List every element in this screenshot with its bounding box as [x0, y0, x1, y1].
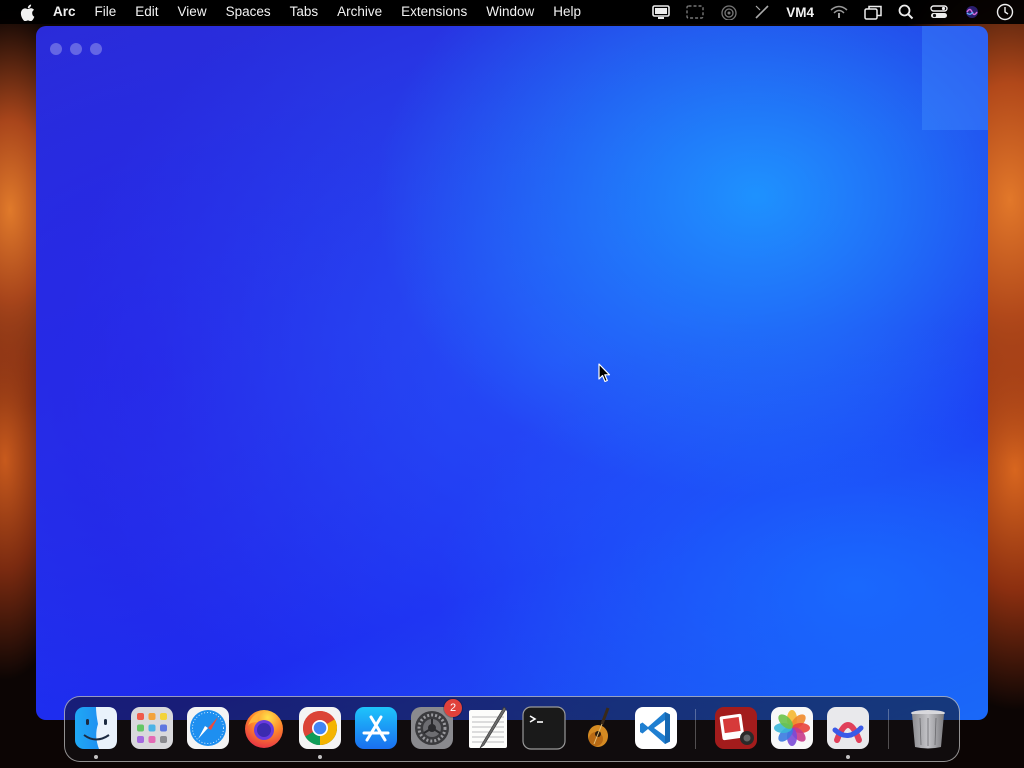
dock-app-launchpad[interactable] [130, 706, 174, 750]
dock-app-vscode[interactable] [634, 706, 678, 750]
pen-icon[interactable] [754, 0, 770, 24]
running-indicator [846, 755, 850, 759]
photos-icon [771, 707, 813, 749]
dock-app-photos[interactable] [770, 706, 814, 750]
dock-app-arc[interactable] [826, 706, 870, 759]
arc-browser-window[interactable] [36, 26, 988, 720]
dock-app-app-store[interactable] [354, 706, 398, 750]
dock-app-chrome[interactable] [298, 706, 342, 759]
launchpad-icon [131, 707, 173, 749]
dock-app-textedit[interactable] [466, 706, 510, 750]
menu-extensions[interactable]: Extensions [392, 0, 477, 24]
control-center-icon[interactable] [930, 0, 948, 24]
trash-icon [911, 710, 945, 749]
menu-app-name[interactable]: Arc [49, 0, 85, 24]
safari-icon [187, 707, 229, 749]
dock-app-finder[interactable] [74, 706, 118, 759]
apple-menu-icon[interactable] [19, 4, 35, 21]
dock-trash[interactable] [906, 706, 950, 750]
dock-app-terminal[interactable] [522, 706, 566, 750]
arc-icon [827, 707, 869, 749]
mouse-pointer-icon [598, 363, 612, 383]
dock-app-photo-booth[interactable] [714, 706, 758, 750]
vscode-icon [635, 707, 677, 749]
chrome-icon [299, 707, 341, 749]
textedit-icon [469, 706, 507, 749]
clock-icon[interactable] [996, 0, 1014, 24]
dock-divider [888, 709, 889, 749]
airdrop-icon[interactable] [720, 0, 738, 24]
menu-file[interactable]: File [85, 0, 126, 24]
dock-app-safari[interactable] [186, 706, 230, 750]
vm-label[interactable]: VM4 [786, 0, 814, 24]
terminal-icon [522, 706, 566, 750]
window-corner-panel [922, 26, 988, 130]
screen-capture-icon[interactable] [686, 0, 704, 24]
notification-badge: 2 [444, 699, 462, 717]
zoom-button[interactable] [90, 43, 102, 55]
display-icon[interactable] [652, 0, 671, 24]
close-button[interactable] [50, 43, 62, 55]
menu-view[interactable]: View [168, 0, 216, 24]
minimize-button[interactable] [70, 43, 82, 55]
app-store-icon [355, 707, 397, 749]
dock: 2 [64, 696, 960, 762]
photo-booth-icon [715, 707, 757, 749]
dock-divider [695, 709, 696, 749]
window-controls [50, 43, 102, 55]
screen-mirroring-icon[interactable] [864, 0, 882, 24]
menu-help[interactable]: Help [544, 0, 591, 24]
menu-archive[interactable]: Archive [328, 0, 392, 24]
running-indicator [94, 755, 98, 759]
firefox-icon [245, 710, 283, 748]
menu-edit[interactable]: Edit [126, 0, 168, 24]
dock-app-system-settings[interactable]: 2 [410, 699, 462, 750]
wifi-icon[interactable] [830, 0, 848, 24]
finder-icon [75, 707, 117, 749]
dock-app-garageband[interactable] [578, 706, 622, 750]
garageband-icon [588, 707, 610, 747]
status-area: VM4 [636, 0, 1014, 24]
menu-bar: Arc File Edit View Spaces Tabs Archive E… [0, 0, 1024, 24]
running-indicator [318, 755, 322, 759]
menu-window[interactable]: Window [477, 0, 544, 24]
siri-icon[interactable] [964, 0, 980, 24]
menu-spaces[interactable]: Spaces [216, 0, 280, 24]
dock-app-firefox[interactable] [242, 706, 286, 750]
spotlight-search-icon[interactable] [898, 0, 914, 24]
menu-tabs[interactable]: Tabs [280, 0, 328, 24]
